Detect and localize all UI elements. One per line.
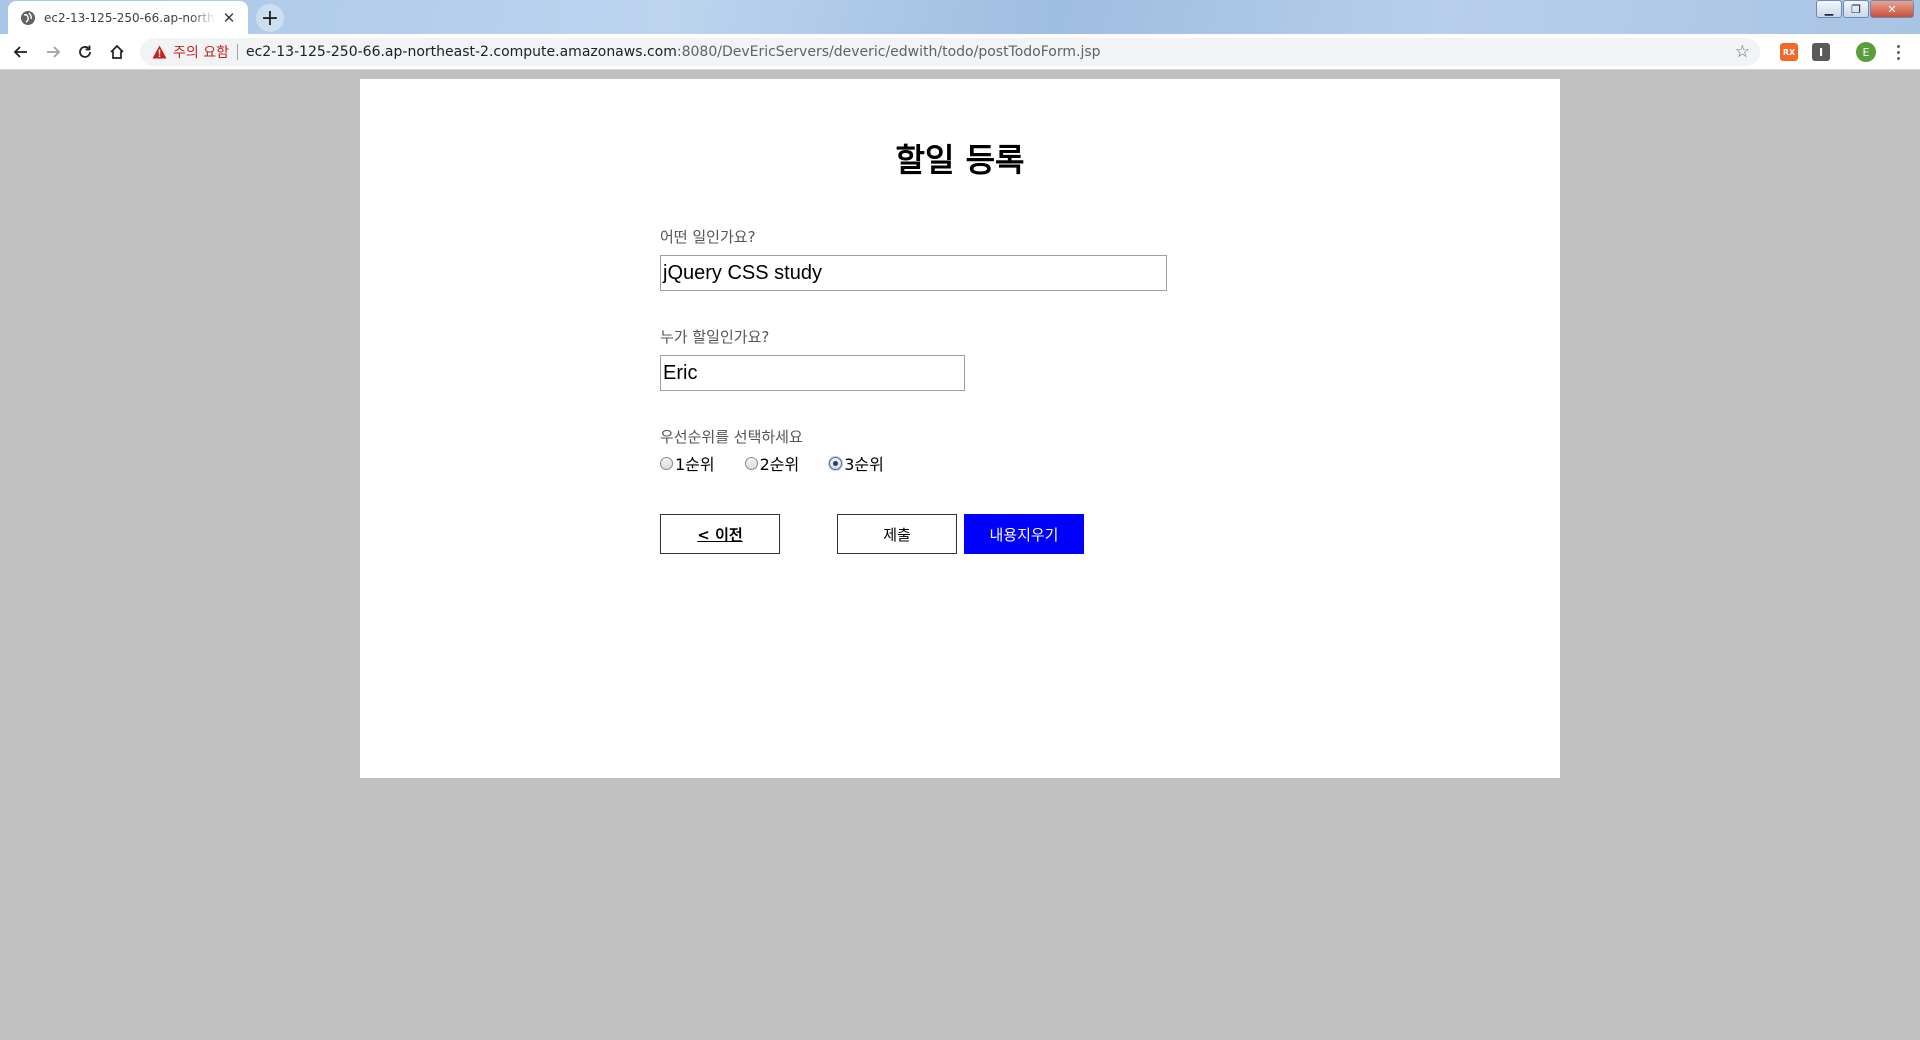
menu-kebab-icon[interactable]: [1888, 42, 1908, 62]
new-tab-button[interactable]: +: [256, 4, 284, 32]
form-card: 할일 등록 어떤 일인가요? jQuery CSS study 누가 할일인가요…: [360, 79, 1560, 778]
profile-avatar[interactable]: E: [1856, 42, 1876, 62]
minimize-icon[interactable]: ▁: [1816, 0, 1842, 18]
who-input[interactable]: Eric: [660, 355, 965, 391]
tab-title: ec2-13-125-250-66.ap-northeast-2.compute…: [44, 10, 216, 25]
previous-button[interactable]: < 이전: [660, 514, 780, 554]
url-host: ec2-13-125-250-66.ap-northeast-2.compute…: [245, 44, 677, 60]
priority-option-1[interactable]: 1순위: [660, 451, 715, 475]
todo-form: 어떤 일인가요? jQuery CSS study 누가 할일인가요? Eric…: [660, 227, 1260, 475]
radio-checked-icon[interactable]: [829, 456, 843, 470]
window-titlebar: ec2-13-125-250-66.ap-northeast-2.compute…: [0, 0, 1920, 34]
priority-radio-group: 1순위 2순위 3순위: [660, 451, 1260, 475]
divider: [236, 44, 238, 60]
browser-toolbar: 주의 요함 ec2-13-125-250-66.ap-northeast-2.c…: [0, 34, 1920, 70]
restore-icon[interactable]: ❐: [1843, 0, 1869, 18]
back-arrow-icon[interactable]: [8, 39, 34, 65]
window-close-icon[interactable]: ✕: [1870, 0, 1914, 18]
who-field-group: 누가 할일인가요? Eric: [660, 327, 1260, 391]
extension-icon[interactable]: I: [1812, 43, 1830, 61]
page-title: 할일 등록: [895, 141, 1025, 179]
home-icon[interactable]: [104, 39, 130, 65]
radio-unchecked-icon[interactable]: [744, 456, 758, 470]
submit-button[interactable]: 제출: [837, 514, 957, 554]
warning-triangle-icon: [152, 45, 167, 59]
url-path: :8080/DevEricServers/deveric/edwith/todo…: [676, 44, 1101, 60]
priority-field-group: 우선순위를 선택하세요 1순위 2순위 3순위: [660, 427, 1260, 475]
address-bar[interactable]: 주의 요함 ec2-13-125-250-66.ap-northeast-2.c…: [140, 38, 1760, 66]
priority-option-2[interactable]: 2순위: [744, 451, 800, 475]
priority-option-label: 3순위: [844, 455, 884, 474]
priority-label: 우선순위를 선택하세요: [660, 428, 803, 446]
browser-tab[interactable]: ec2-13-125-250-66.ap-northeast-2.compute…: [8, 1, 248, 34]
forward-arrow-icon[interactable]: [40, 39, 66, 65]
bookmark-star-icon[interactable]: ☆: [1735, 42, 1750, 62]
priority-option-label: 1순위: [675, 455, 715, 474]
what-label: 어떤 일인가요?: [660, 228, 756, 246]
reload-icon[interactable]: [72, 39, 98, 65]
globe-icon: [20, 10, 36, 26]
what-field-group: 어떤 일인가요? jQuery CSS study: [660, 227, 1260, 291]
security-warning-text: 주의 요함: [173, 45, 229, 61]
priority-option-label: 2순위: [759, 455, 800, 474]
rss-extension-icon[interactable]: RX: [1780, 43, 1798, 61]
radio-unchecked-icon[interactable]: [660, 456, 673, 470]
tab-close-icon[interactable]: ✕: [220, 9, 238, 27]
security-warning[interactable]: 주의 요함: [152, 42, 229, 62]
what-input[interactable]: jQuery CSS study: [660, 255, 1167, 291]
clear-button[interactable]: 내용지우기: [964, 514, 1084, 554]
window-controls: ▁ ❐ ✕: [1815, 0, 1914, 18]
priority-option-3[interactable]: 3순위: [829, 451, 884, 475]
who-label: 누가 할일인가요?: [660, 328, 770, 346]
